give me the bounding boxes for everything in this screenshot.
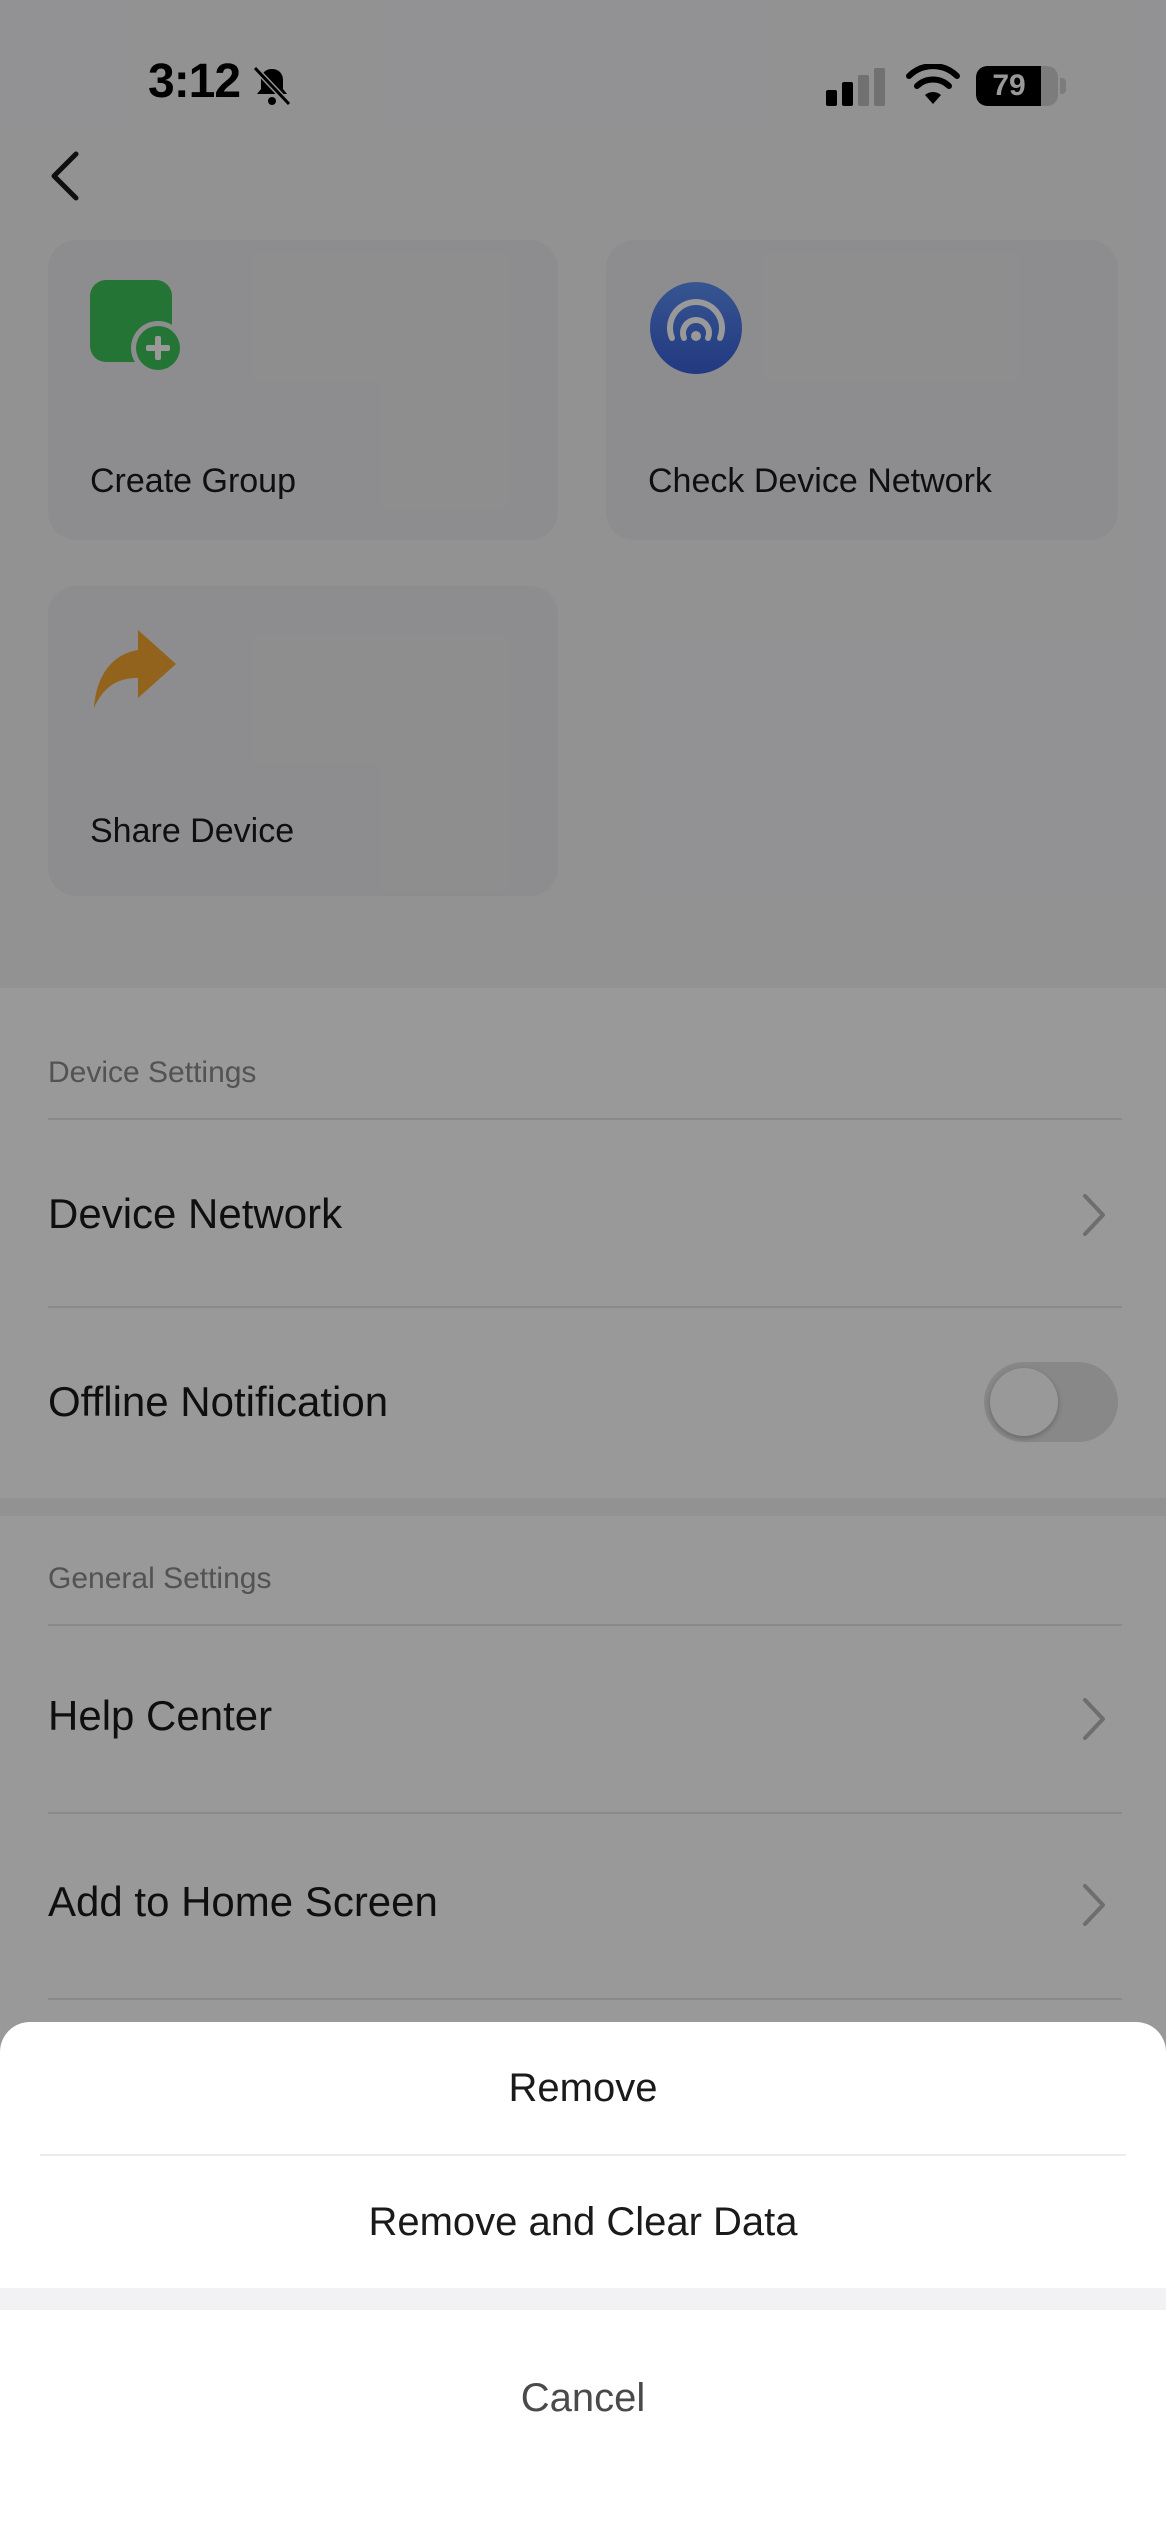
cancel-button[interactable]: Cancel xyxy=(0,2332,1166,2464)
action-sheet: Remove Remove and Clear Data Cancel xyxy=(0,2022,1166,2534)
remove-and-clear-data-button[interactable]: Remove and Clear Data xyxy=(0,2156,1166,2288)
remove-button[interactable]: Remove xyxy=(0,2022,1166,2154)
sheet-gap xyxy=(0,2288,1166,2310)
